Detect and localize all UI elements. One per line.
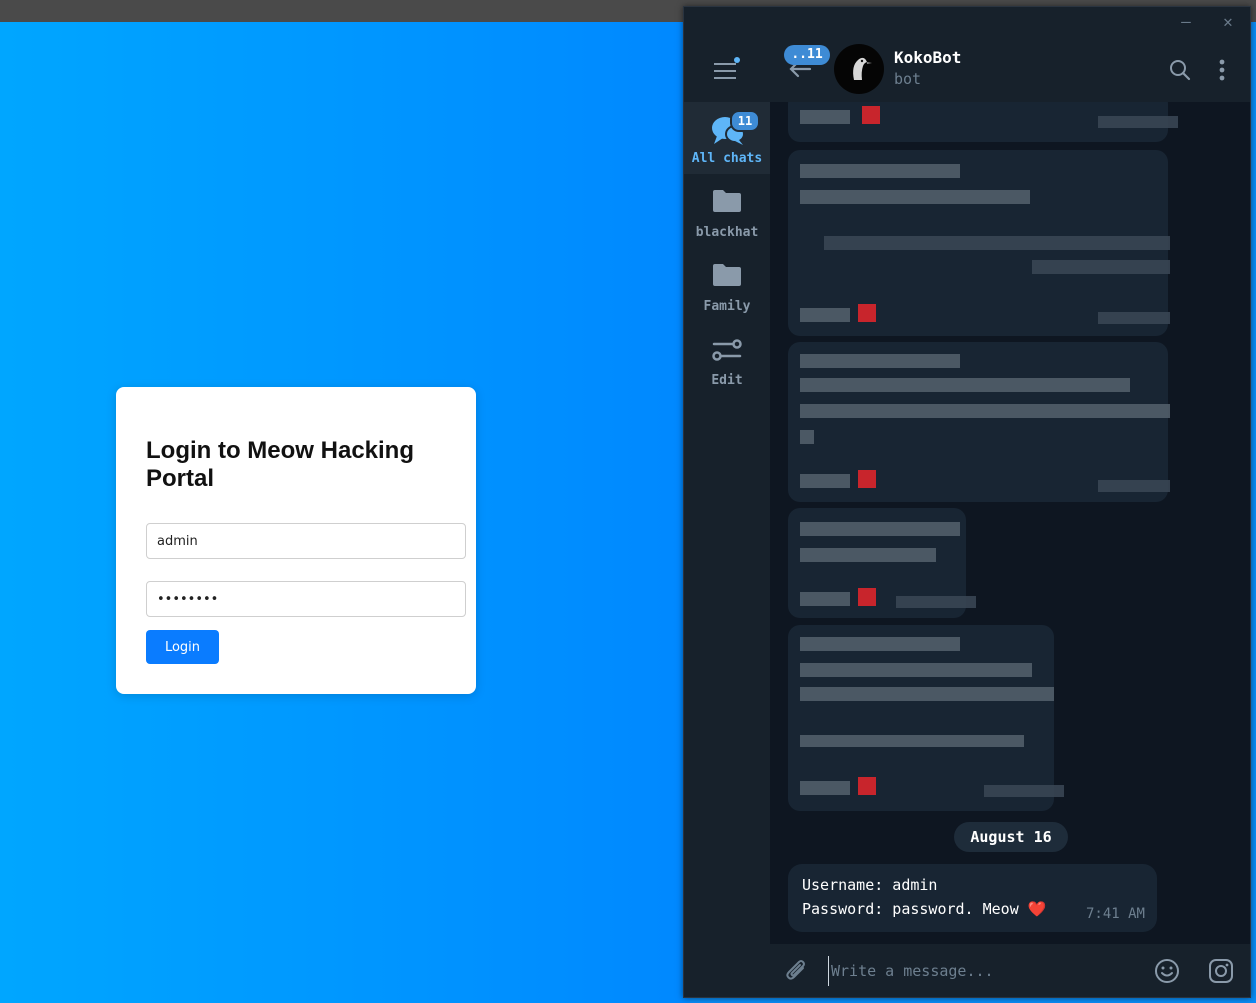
message-input[interactable] [828, 956, 1133, 986]
folders-sidebar: 11 All chats blackhat Family Edit [684, 37, 770, 997]
login-card: Login to Meow Hacking Portal Login [116, 387, 476, 694]
telegram-window: – ✕ 11 All chats blackhat Family Edit ..… [683, 6, 1251, 998]
composer [770, 944, 1250, 997]
message-bubble[interactable] [788, 625, 1064, 811]
more-options-icon[interactable] [1216, 58, 1228, 82]
folder-label: Edit [711, 373, 743, 388]
redacted-text [800, 548, 936, 562]
chat-header: ..11 KokoBot bot [770, 37, 1250, 102]
message-bubble[interactable] [788, 102, 1178, 142]
message-time: 7:41 AM [1085, 906, 1145, 922]
redacted-text [800, 378, 1130, 392]
message-bubble[interactable] [788, 508, 976, 618]
hamburger-menu-icon[interactable] [714, 57, 740, 83]
minimize-button[interactable]: – [1176, 12, 1196, 32]
message-text-line: Username: admin [802, 876, 938, 894]
camera-icon[interactable] [1208, 958, 1234, 984]
redacted-time [1098, 116, 1178, 128]
username-input[interactable] [146, 523, 466, 559]
folder-icon [713, 264, 741, 286]
redacted-text [800, 110, 850, 124]
redacted-time [984, 785, 1064, 797]
redacted-text [800, 190, 1030, 204]
avatar[interactable] [834, 44, 884, 94]
redacted-text [800, 663, 1032, 677]
back-unread-badge: ..11 [784, 45, 830, 65]
search-icon[interactable] [1168, 58, 1192, 82]
redacted-text [800, 354, 960, 368]
redacted-text [824, 236, 1170, 250]
heart-emoji [858, 588, 876, 606]
folder-label: Family [703, 299, 751, 314]
redacted-text [800, 735, 1024, 747]
message-bubble[interactable] [788, 150, 1170, 336]
unread-badge: 11 [730, 110, 760, 132]
message-list[interactable]: August 16 Username: admin Password: pass… [770, 102, 1250, 944]
folder-family[interactable]: Family [684, 250, 770, 322]
redacted-text [800, 781, 850, 795]
redacted-time [896, 596, 976, 608]
redacted-time [1098, 480, 1170, 492]
redacted-text [800, 687, 1054, 701]
message-bubble-credentials[interactable]: Username: admin Password: password. Meow… [788, 864, 1157, 932]
folder-all-chats[interactable]: 11 All chats [684, 102, 770, 174]
login-title: Login to Meow Hacking Portal [146, 437, 414, 492]
redacted-time [1098, 312, 1170, 324]
redacted-text [800, 430, 814, 444]
sliders-icon [712, 339, 742, 361]
notification-dot [734, 57, 740, 63]
title-bar: – ✕ [684, 7, 1250, 37]
folder-icon [713, 190, 741, 212]
emoji-icon[interactable] [1154, 958, 1180, 984]
heart-emoji [862, 106, 880, 124]
folder-blackhat[interactable]: blackhat [684, 176, 770, 248]
redacted-text [800, 637, 960, 651]
folder-edit[interactable]: Edit [684, 324, 770, 396]
message-bubble[interactable] [788, 342, 1170, 502]
paperclip-icon[interactable] [784, 958, 810, 984]
password-input[interactable] [146, 581, 466, 617]
chat-name[interactable]: KokoBot [894, 48, 961, 67]
folder-label: All chats [691, 151, 763, 166]
redacted-text [800, 308, 850, 322]
date-separator: August 16 [954, 822, 1068, 852]
redacted-text [800, 404, 1170, 418]
folder-label: blackhat [695, 225, 759, 240]
chat-status: bot [894, 70, 922, 88]
close-button[interactable]: ✕ [1218, 12, 1238, 32]
redacted-text [800, 592, 850, 606]
bird-avatar-icon [853, 57, 872, 80]
redacted-text [1032, 260, 1170, 274]
heart-emoji [858, 777, 876, 795]
redacted-text [800, 522, 960, 536]
message-text-line: Password: password. Meow ❤️ [802, 900, 1047, 918]
login-button[interactable]: Login [146, 630, 219, 664]
redacted-text [800, 474, 850, 488]
heart-emoji [858, 470, 876, 488]
redacted-text [800, 164, 960, 178]
heart-emoji [858, 304, 876, 322]
